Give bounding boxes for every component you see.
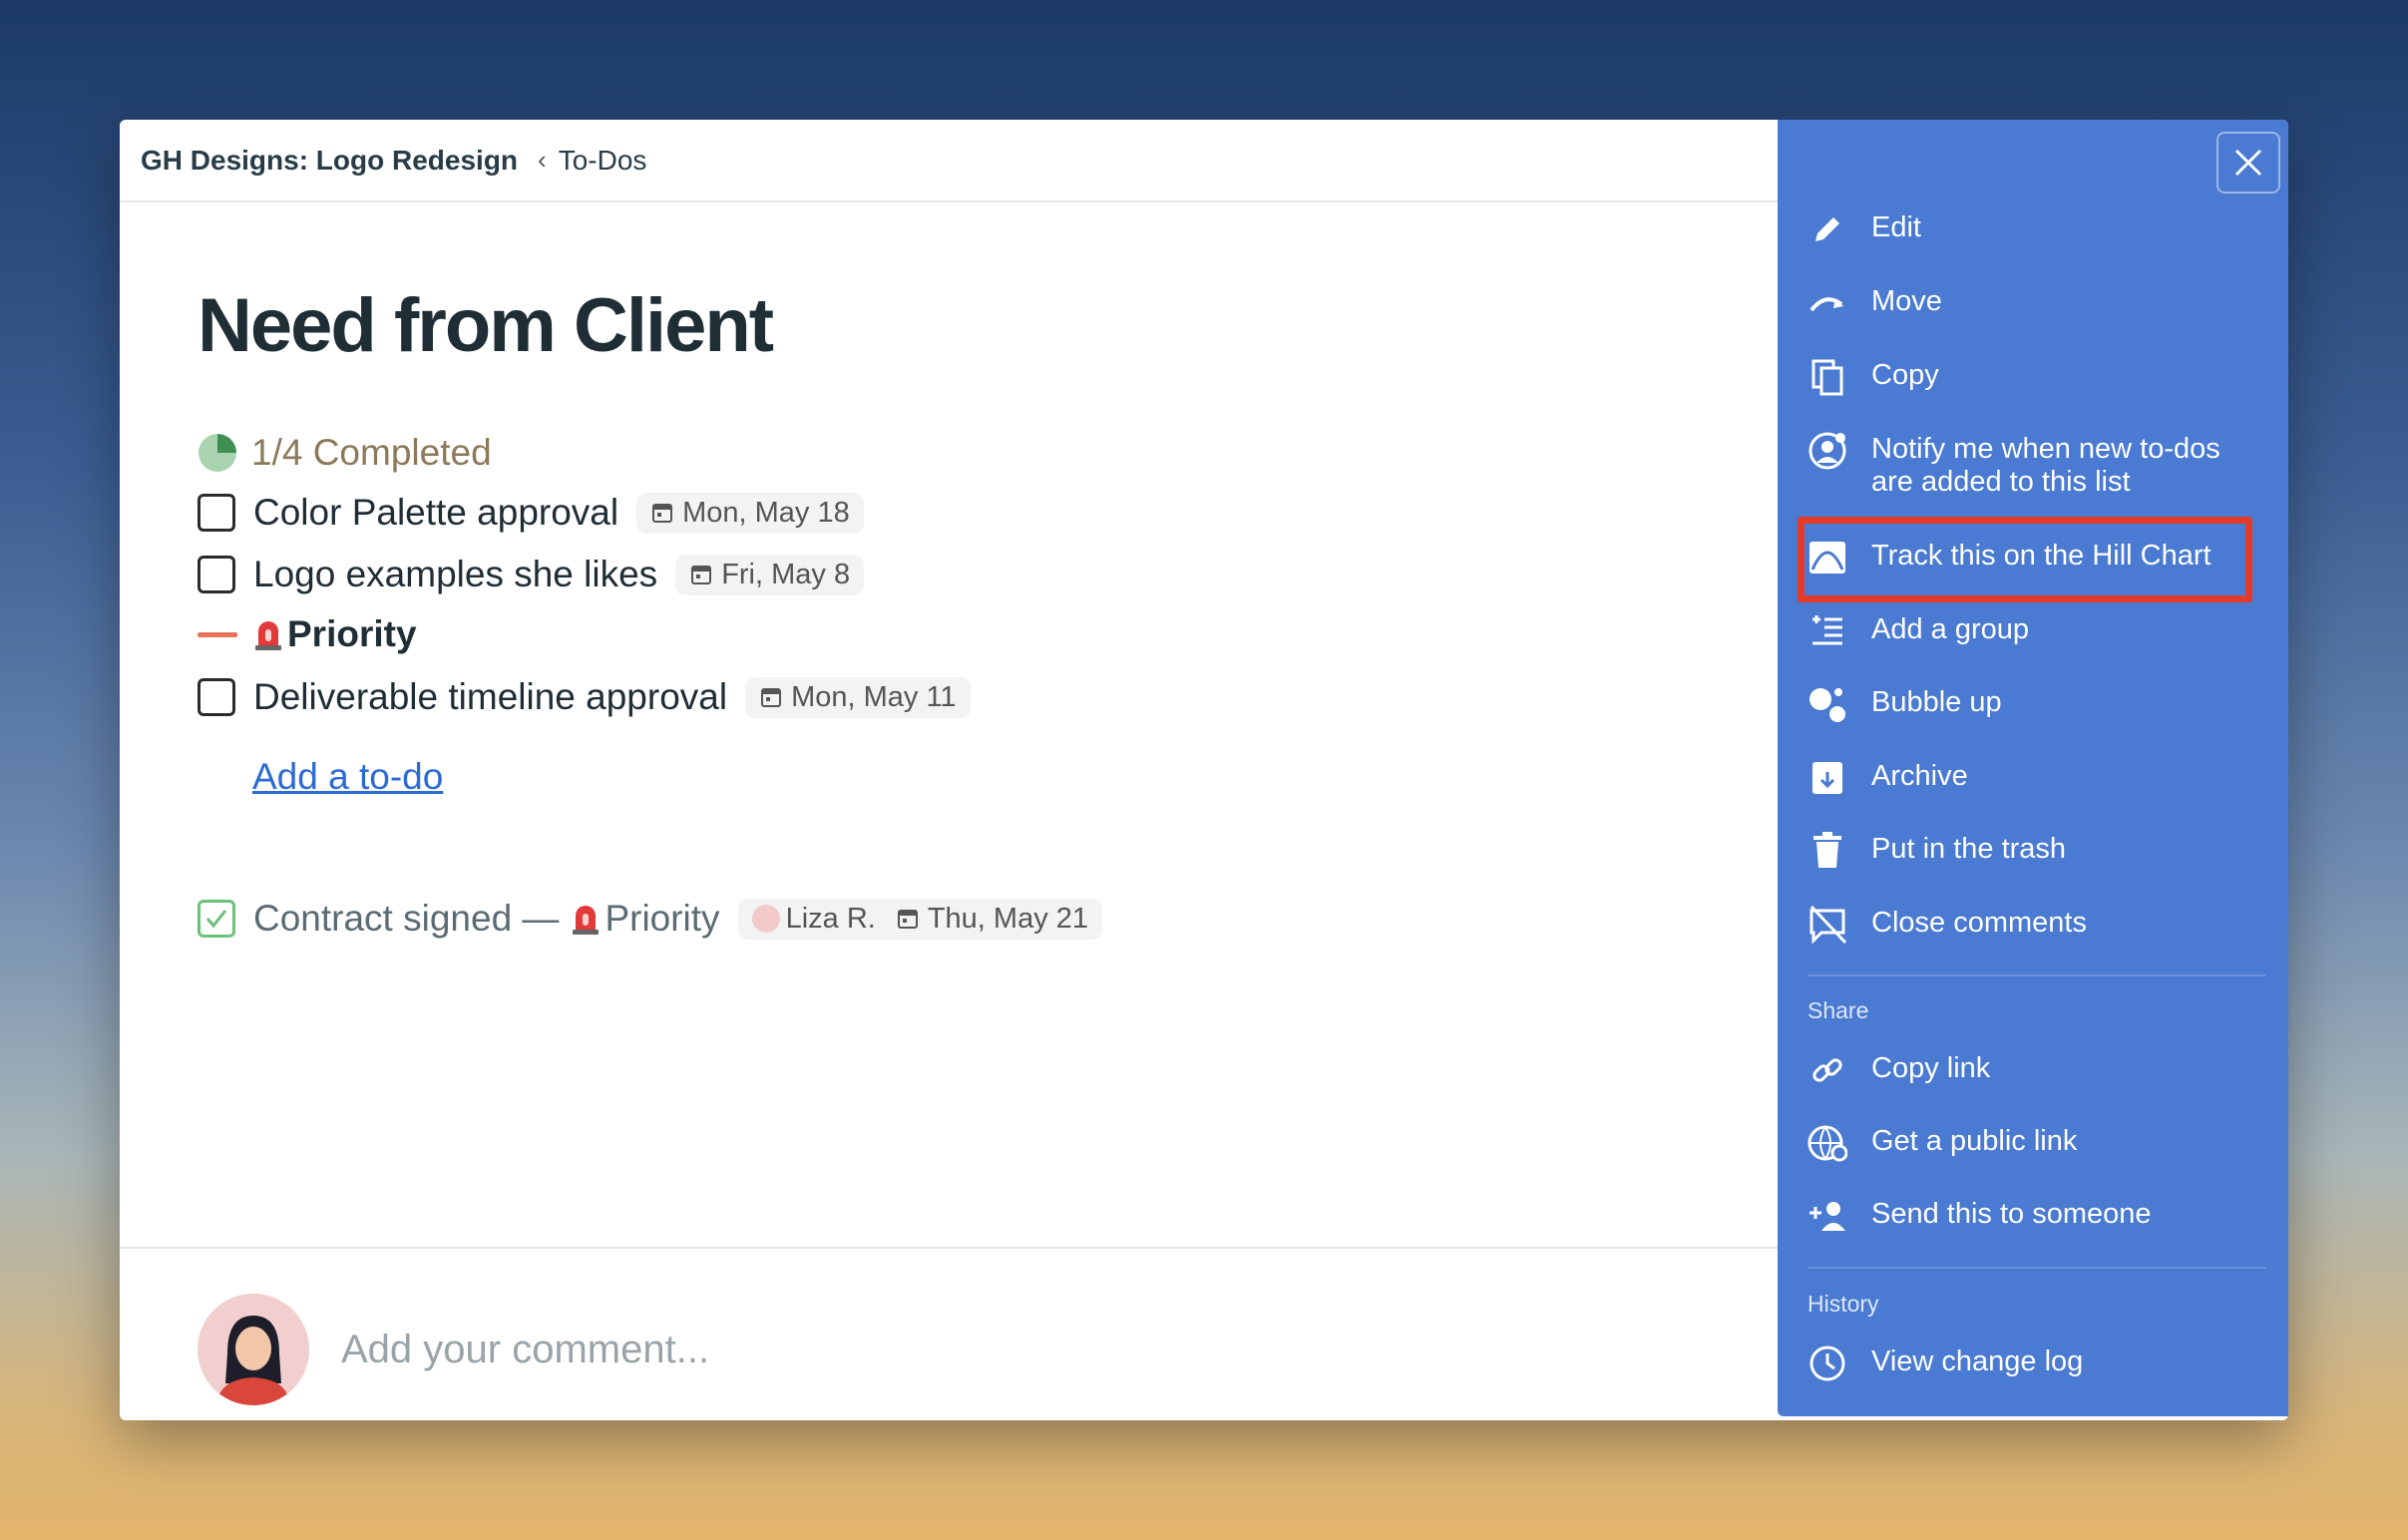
due-date-text: Thu, May 21 (927, 902, 1089, 935)
menu-divider (1807, 1267, 2266, 1269)
menu-item-change-log[interactable]: View change log (1807, 1344, 2266, 1383)
assignee-name: Liza R. (785, 902, 876, 935)
breadcrumb-section[interactable]: To-Dos (559, 145, 647, 177)
menu-item-trash[interactable]: Put in the trash (1807, 831, 2266, 871)
menu-item-archive[interactable]: Archive (1807, 758, 2266, 798)
todo-item: Color Palette approval Mon, May 18 (198, 492, 864, 534)
siren-emoji-icon (255, 621, 281, 650)
menu-item-public-link[interactable]: Get a public link (1807, 1123, 2266, 1163)
close-menu-button[interactable] (2216, 132, 2280, 193)
menu-item-copy[interactable]: Copy (1807, 357, 2266, 397)
todo-item: Deliverable timeline approval Mon, May 1… (198, 676, 971, 718)
add-group-icon (1807, 611, 1847, 651)
due-date-text: Mon, May 18 (682, 496, 850, 529)
menu-item-label: Bubble up (1871, 686, 2002, 718)
breadcrumb-project[interactable]: GH Designs: Logo Redesign (141, 145, 518, 177)
menu-item-label: Copy (1871, 359, 1939, 391)
progress-indicator: 1/4 Completed (198, 432, 492, 474)
todo-label[interactable]: Color Palette approval (253, 492, 618, 534)
pencil-icon (1807, 209, 1847, 249)
todo-label[interactable]: Deliverable timeline approval (253, 676, 727, 718)
calendar-icon (691, 566, 712, 584)
breadcrumb: GH Designs: Logo Redesign ‹ To-Dos (120, 120, 1778, 202)
calendar-icon (761, 688, 782, 707)
copy-icon (1807, 357, 1847, 397)
menu-item-move[interactable]: Move (1807, 283, 2266, 323)
menu-item-close-comments[interactable]: Close comments (1807, 905, 2266, 945)
calendar-icon (897, 910, 918, 929)
menu-item-add-group[interactable]: Add a group (1807, 611, 2266, 651)
page-title: Need from Client (198, 283, 774, 368)
checkmark-icon (205, 910, 227, 929)
menu-item-label: Get a public link (1871, 1125, 2078, 1157)
menu-item-label: Send this to someone (1871, 1198, 2152, 1230)
menu-item-label: Add a group (1871, 613, 2030, 645)
todo-group-header: Priority (198, 613, 417, 655)
menu-divider (1807, 974, 2266, 976)
todo-label[interactable]: Logo examples she likes (253, 554, 657, 595)
menu-item-track-hill-chart[interactable]: Track this on the Hill Chart (1807, 538, 2266, 578)
due-date-text: Fri, May 8 (721, 558, 851, 590)
add-todo-link[interactable]: Add a to-do (252, 756, 443, 798)
todo-list-panel: Need from Client 1/4 Completed Color Pal… (120, 202, 1778, 1420)
due-date-chip: Mon, May 18 (636, 492, 864, 534)
comment-input[interactable]: Add your comment... (341, 1328, 709, 1372)
completed-todo-label[interactable]: Contract signed — (253, 898, 559, 940)
todo-checkbox[interactable] (198, 678, 235, 716)
trash-icon (1807, 831, 1847, 871)
menu-item-label: Notify me when new to-dos are added to t… (1871, 433, 2220, 498)
menu-item-label: Move (1871, 285, 1942, 317)
link-icon (1807, 1050, 1847, 1090)
menu-item-copy-link[interactable]: Copy link (1807, 1050, 2266, 1090)
close-icon (2234, 149, 2262, 177)
menu-item-label: Copy link (1871, 1052, 1991, 1084)
breadcrumb-separator: ‹ (538, 145, 547, 175)
group-dash-marker (198, 631, 237, 637)
assignee-chip: Liza R. Thu, May 21 (737, 898, 1103, 940)
menu-item-bubble-up[interactable]: Bubble up (1807, 684, 2266, 724)
menu-item-label: Track this on the Hill Chart (1871, 540, 2211, 572)
menu-item-label: Put in the trash (1871, 833, 2067, 865)
archive-icon (1807, 758, 1847, 798)
comment-section: Add your comment... (120, 1247, 1778, 1420)
globe-link-icon (1807, 1123, 1847, 1163)
menu-item-label: Archive (1871, 760, 1968, 792)
app-window: GH Designs: Logo Redesign ‹ To-Dos Need … (120, 120, 2288, 1420)
menu-item-notify[interactable]: Notify me when new to-dos are added to t… (1807, 431, 2266, 499)
menu-item-label: Edit (1871, 211, 1921, 243)
menu-item-label: View change log (1871, 1346, 2084, 1377)
bubble-icon (1807, 684, 1847, 724)
history-section-label: History (1807, 1291, 1879, 1317)
share-section-label: Share (1807, 997, 1869, 1023)
due-date-chip: Fri, May 8 (675, 554, 865, 595)
todo-checkbox[interactable] (198, 494, 235, 532)
progress-text: 1/4 Completed (251, 432, 492, 473)
due-date-text: Mon, May 11 (791, 680, 957, 713)
progress-pie-icon (199, 434, 236, 472)
menu-item-edit[interactable]: Edit (1807, 209, 2266, 249)
completed-todo-item: Contract signed — Priority Liza R. Thu, … (198, 898, 1103, 940)
avatar (198, 1294, 309, 1405)
hill-chart-icon (1807, 538, 1847, 578)
move-arrow-icon (1807, 283, 1847, 323)
completed-todo-tag: Priority (604, 898, 720, 939)
todo-checkbox[interactable] (198, 556, 235, 593)
notify-person-icon (1807, 431, 1847, 471)
group-label[interactable]: Priority (287, 613, 417, 655)
clock-icon (1807, 1344, 1847, 1383)
siren-emoji-icon (573, 906, 600, 935)
comment-composer: Add your comment... (198, 1294, 709, 1405)
menu-item-label: Close comments (1871, 907, 2087, 939)
add-person-icon (1807, 1196, 1847, 1236)
assignee-avatar (751, 905, 780, 933)
menu-item-send[interactable]: Send this to someone (1807, 1196, 2266, 1236)
todo-item: Logo examples she likes Fri, May 8 (198, 554, 865, 595)
close-comments-icon (1807, 905, 1847, 945)
due-date-chip: Mon, May 11 (745, 676, 971, 718)
todo-checkbox-checked[interactable] (198, 900, 235, 938)
options-menu: Edit Move Copy Notify me when new to-dos… (1778, 120, 2288, 1416)
calendar-icon (652, 504, 673, 523)
